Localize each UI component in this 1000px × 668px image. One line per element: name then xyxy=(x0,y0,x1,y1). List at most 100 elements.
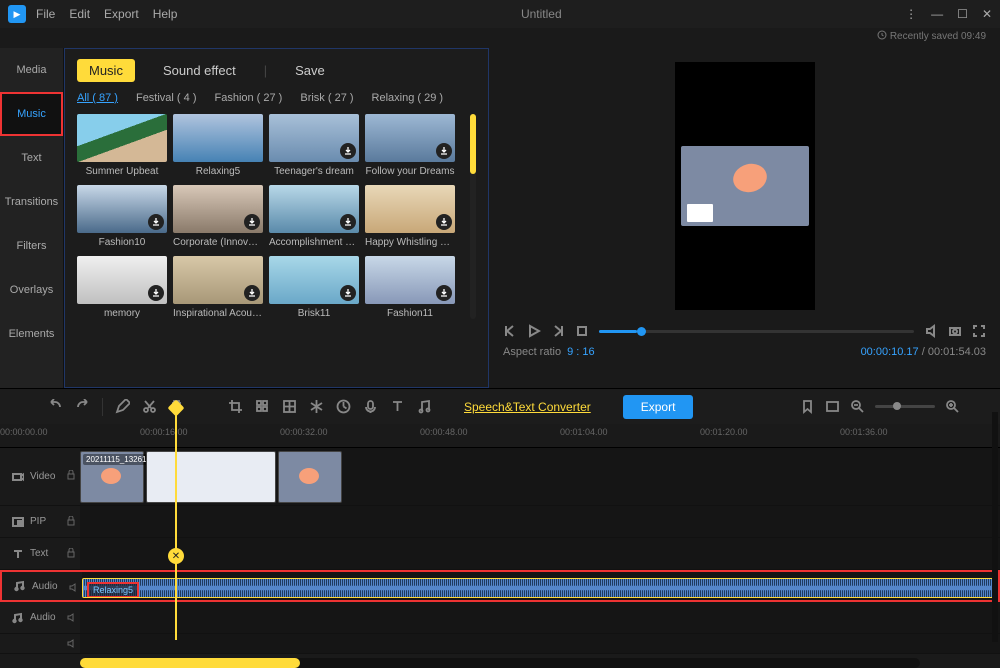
volume-icon[interactable] xyxy=(924,324,938,338)
stop-icon[interactable] xyxy=(575,324,589,338)
more-icon[interactable]: ⋮ xyxy=(905,7,917,21)
mosaic-icon[interactable] xyxy=(255,399,270,414)
fullscreen-icon[interactable] xyxy=(972,324,986,338)
speed-icon[interactable] xyxy=(336,399,351,414)
library-item[interactable]: Accomplishment Full xyxy=(269,185,359,248)
menu-export[interactable]: Export xyxy=(104,7,139,21)
nav-text[interactable]: Text xyxy=(0,136,63,180)
time-current: 00:00:10.17 xyxy=(861,346,919,358)
ruler-tick: 00:00:16.00 xyxy=(140,427,188,437)
seek-bar[interactable] xyxy=(599,330,914,333)
download-icon[interactable] xyxy=(436,214,452,230)
voiceover-icon[interactable] xyxy=(363,399,378,414)
library-item[interactable]: Corporate (Innovat... xyxy=(173,185,263,248)
library-item[interactable]: Follow your Dreams xyxy=(365,114,455,177)
library-subtabs: All ( 87 ) Festival ( 4 ) Fashion ( 27 )… xyxy=(77,92,476,104)
library-item[interactable]: Inspirational Acous... xyxy=(173,256,263,319)
download-icon[interactable] xyxy=(244,214,260,230)
timeline-scrollbar[interactable] xyxy=(80,658,920,668)
snapshot-icon[interactable] xyxy=(948,324,962,338)
redo-icon[interactable] xyxy=(75,399,90,414)
grid-icon[interactable] xyxy=(282,399,297,414)
download-icon[interactable] xyxy=(244,285,260,301)
speech-text-converter-link[interactable]: Speech&Text Converter xyxy=(464,400,591,414)
nav-music[interactable]: Music xyxy=(0,92,63,136)
time-total: 00:01:54.03 xyxy=(928,346,986,358)
tab-sound-effect[interactable]: Sound effect xyxy=(151,59,248,82)
vertical-scrollbar[interactable] xyxy=(992,412,998,642)
main-menu: File Edit Export Help xyxy=(36,7,177,21)
download-icon[interactable] xyxy=(436,285,452,301)
nav-media[interactable]: Media xyxy=(0,48,63,92)
library-item[interactable]: Fashion10 xyxy=(77,185,167,248)
lock-icon[interactable] xyxy=(66,548,76,558)
playhead[interactable]: ✕ xyxy=(175,410,177,640)
library-item[interactable]: Summer Upbeat xyxy=(77,114,167,177)
marker-icon[interactable] xyxy=(800,399,815,414)
library-item[interactable]: Happy Whistling U... xyxy=(365,185,455,248)
library-item[interactable]: Teenager's dream xyxy=(269,114,359,177)
export-button[interactable]: Export xyxy=(623,395,694,419)
minimize-icon[interactable]: — xyxy=(931,7,943,21)
music-icon[interactable] xyxy=(417,399,432,414)
close-icon[interactable]: ✕ xyxy=(982,7,992,21)
subtab-brisk[interactable]: Brisk ( 27 ) xyxy=(300,92,353,104)
library-item[interactable]: Fashion11 xyxy=(365,256,455,319)
next-icon[interactable] xyxy=(551,324,565,338)
zoom-out-icon[interactable] xyxy=(850,399,865,414)
timeline-toolbar: Speech&Text Converter Export xyxy=(0,388,1000,424)
maximize-icon[interactable]: ☐ xyxy=(957,7,968,21)
mute-icon[interactable] xyxy=(66,638,76,648)
text-icon[interactable] xyxy=(390,399,405,414)
aspect-value[interactable]: 9 : 16 xyxy=(567,346,595,358)
freeze-icon[interactable] xyxy=(309,399,324,414)
tab-save[interactable]: Save xyxy=(283,59,337,82)
mute-icon[interactable] xyxy=(68,582,78,592)
library-item-label: Happy Whistling U... xyxy=(365,237,455,248)
subtab-festival[interactable]: Festival ( 4 ) xyxy=(136,92,197,104)
library-item-label: Accomplishment Full xyxy=(269,237,359,248)
menu-edit[interactable]: Edit xyxy=(69,7,90,21)
download-icon[interactable] xyxy=(148,214,164,230)
nav-transitions[interactable]: Transitions xyxy=(0,180,63,224)
zoom-in-icon[interactable] xyxy=(945,399,960,414)
menu-help[interactable]: Help xyxy=(153,7,178,21)
download-icon[interactable] xyxy=(340,143,356,159)
edit-icon[interactable] xyxy=(115,399,130,414)
download-icon[interactable] xyxy=(148,285,164,301)
cut-icon[interactable] xyxy=(142,399,157,414)
save-status: Recently saved 09:49 xyxy=(890,31,986,42)
crop-icon[interactable] xyxy=(228,399,243,414)
lock-icon[interactable] xyxy=(66,470,76,480)
menu-file[interactable]: File xyxy=(36,7,55,21)
undo-icon[interactable] xyxy=(48,399,63,414)
download-icon[interactable] xyxy=(340,214,356,230)
tab-music[interactable]: Music xyxy=(77,59,135,82)
subtab-relaxing[interactable]: Relaxing ( 29 ) xyxy=(372,92,444,104)
subtab-all[interactable]: All ( 87 ) xyxy=(77,92,118,104)
nav-elements[interactable]: Elements xyxy=(0,312,63,356)
library-scrollbar[interactable] xyxy=(470,114,476,319)
library-item[interactable]: Relaxing5 xyxy=(173,114,263,177)
subtab-fashion[interactable]: Fashion ( 27 ) xyxy=(214,92,282,104)
nav-filters[interactable]: Filters xyxy=(0,224,63,268)
mute-icon[interactable] xyxy=(66,612,76,622)
video-icon xyxy=(12,471,24,483)
prev-icon[interactable] xyxy=(503,324,517,338)
library-item[interactable]: Brisk11 xyxy=(269,256,359,319)
timeline-ruler[interactable]: 00:00:00.0000:00:16.0000:00:32.0000:00:4… xyxy=(0,424,1000,448)
nav-overlays[interactable]: Overlays xyxy=(0,268,63,312)
library-panel: Music Sound effect | Save All ( 87 ) Fes… xyxy=(64,48,489,388)
download-icon[interactable] xyxy=(340,285,356,301)
play-icon[interactable] xyxy=(527,324,541,338)
library-item[interactable]: memory xyxy=(77,256,167,319)
lock-icon[interactable] xyxy=(66,516,76,526)
preview-info: Aspect ratio 9 : 16 00:00:10.17 / 00:01:… xyxy=(503,346,986,358)
download-icon[interactable] xyxy=(436,143,452,159)
audio-marker-icon[interactable]: ✕ xyxy=(168,548,184,564)
video-clip[interactable]: 20211115_132611.gif xyxy=(80,451,342,503)
audio-clip[interactable]: Relaxing5 xyxy=(82,578,998,598)
ruler-tick: 00:00:48.00 xyxy=(420,427,468,437)
zoom-slider[interactable] xyxy=(875,405,935,408)
fit-icon[interactable] xyxy=(825,399,840,414)
